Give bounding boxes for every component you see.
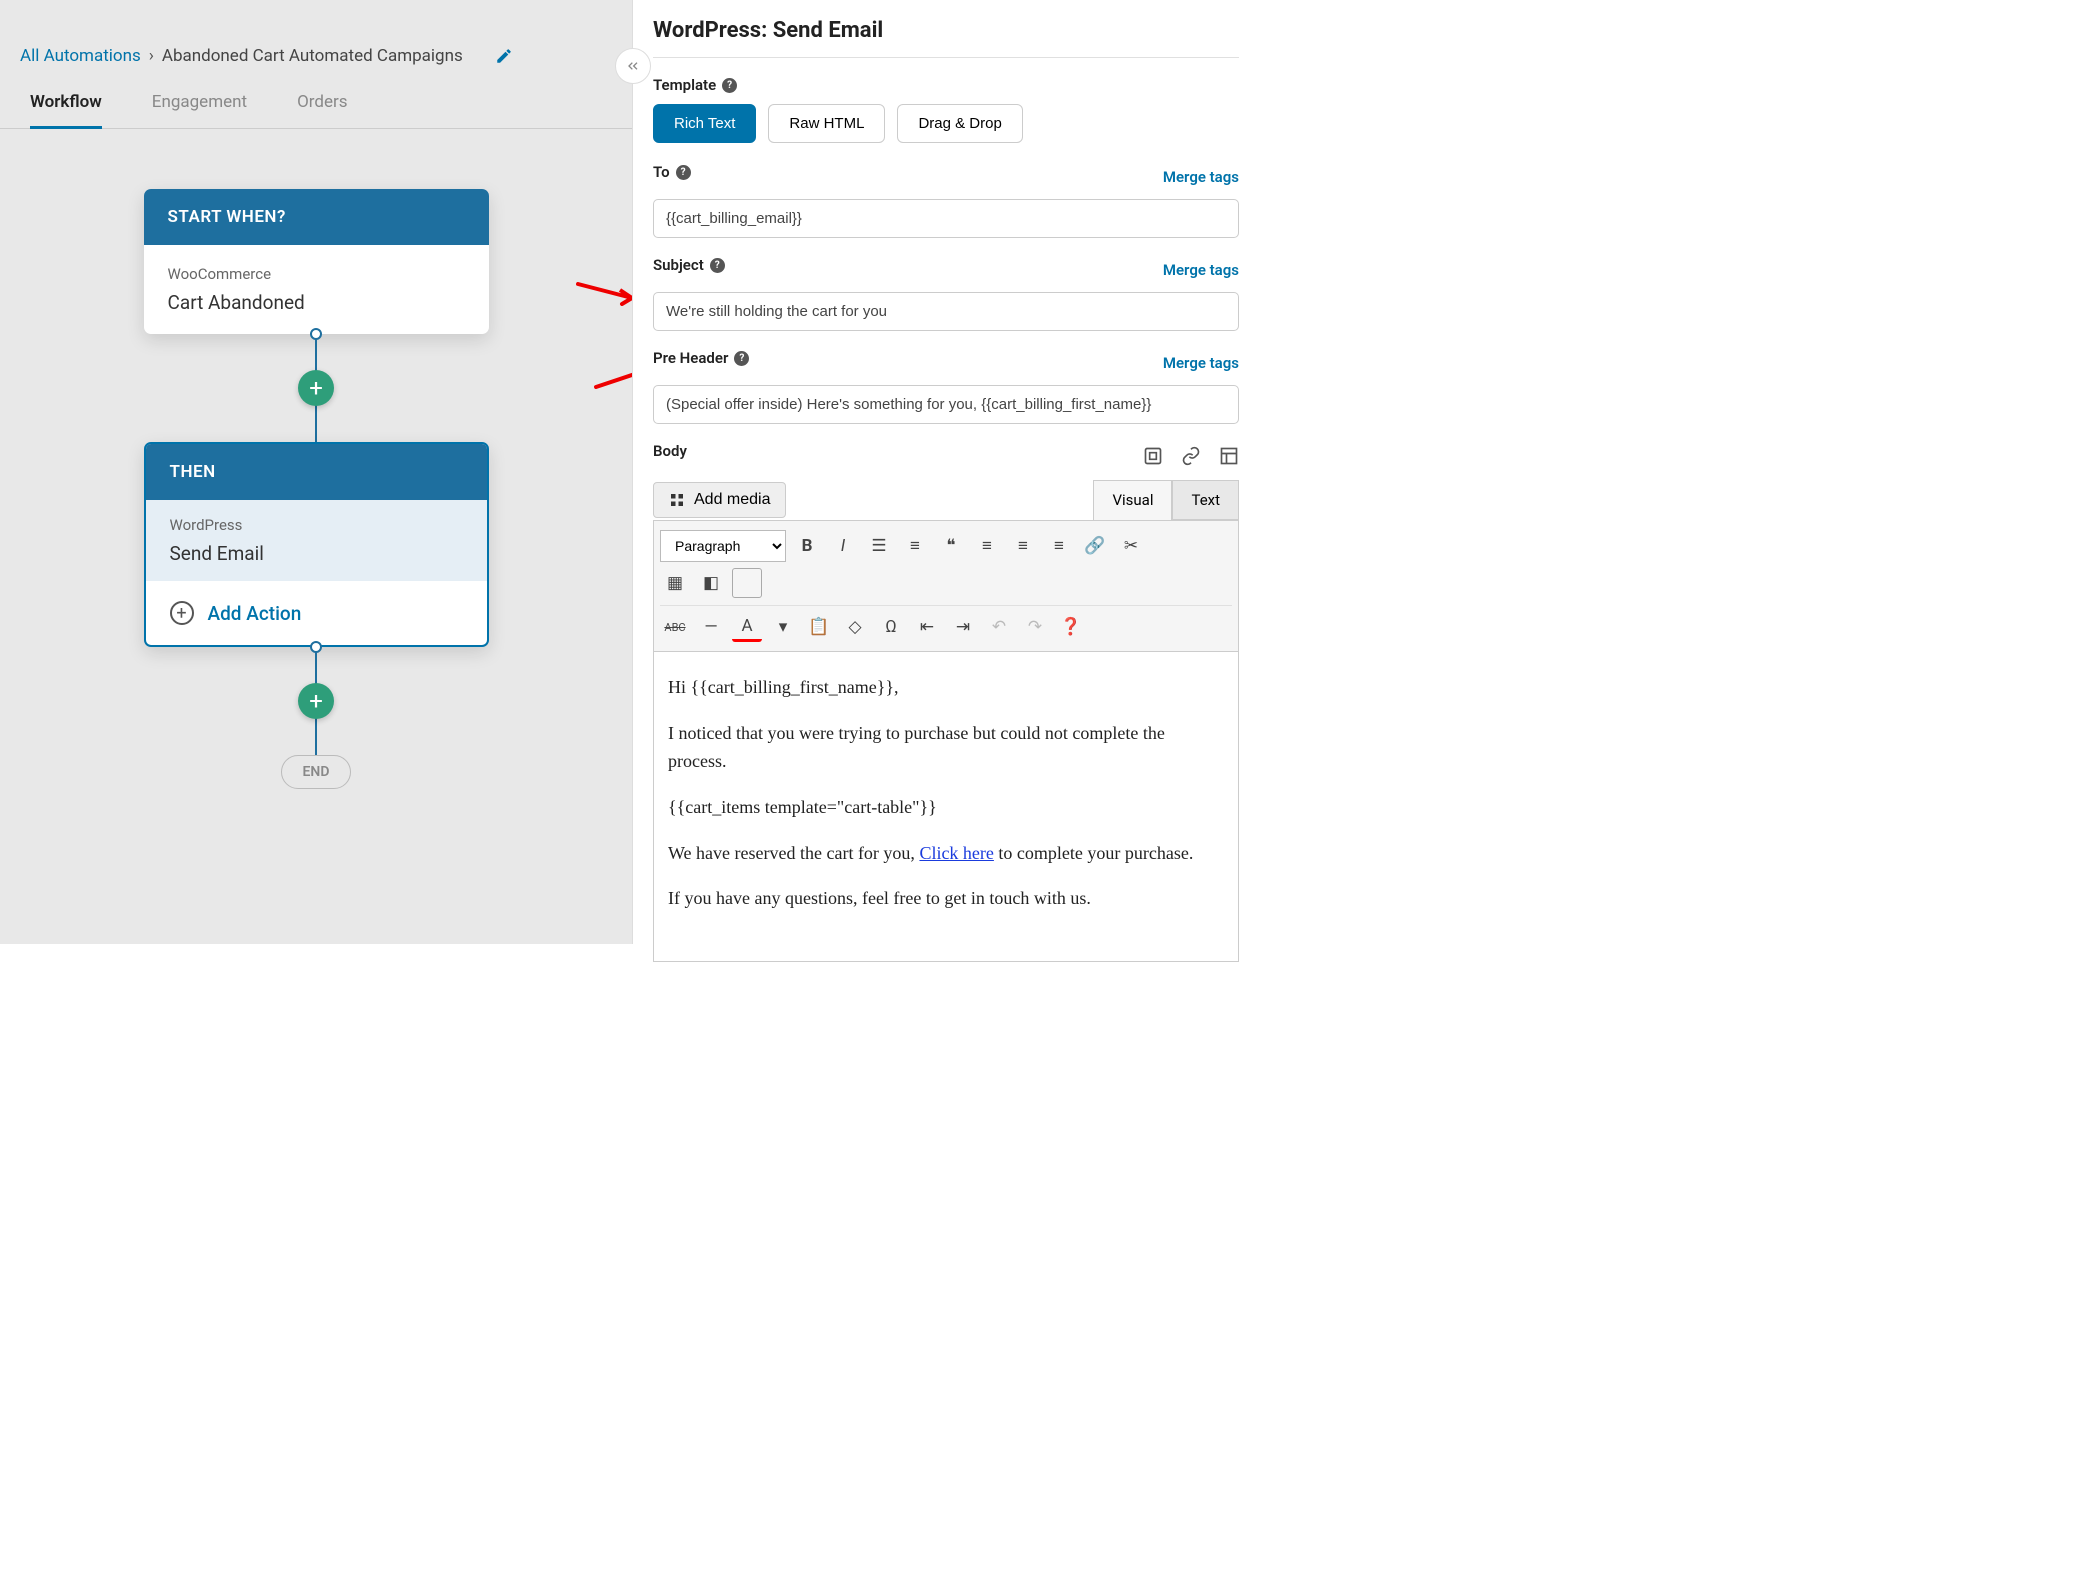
start-node[interactable]: START WHEN? WooCommerce Cart Abandoned [144, 189, 489, 334]
dropdown-icon[interactable]: ▾ [768, 612, 798, 642]
indent-button[interactable]: ⇥ [948, 612, 978, 642]
then-node[interactable]: THEN WordPress Send Email + Add Action [144, 442, 489, 647]
plus-icon: + [170, 601, 194, 625]
template-label: Template ? [653, 76, 1239, 94]
body-p4: We have reserved the cart for you, Click… [668, 840, 1224, 868]
template-drag-drop-button[interactable]: Drag & Drop [897, 104, 1022, 143]
bold-button[interactable]: B [792, 531, 822, 561]
bullet-list-button[interactable]: ☰ [864, 531, 894, 561]
body-click-here-link[interactable]: Click here [919, 843, 993, 863]
add-action-button[interactable]: + Add Action [146, 581, 487, 645]
connector-line [315, 404, 317, 442]
layout-icon[interactable] [1219, 446, 1239, 466]
to-label: To ? [653, 163, 691, 181]
template-raw-html-button[interactable]: Raw HTML [768, 104, 885, 143]
help-icon[interactable]: ? [676, 165, 691, 180]
tab-orders[interactable]: Orders [297, 92, 347, 128]
toolbar-btn[interactable] [732, 568, 762, 598]
undo-button[interactable]: ↶ [984, 612, 1014, 642]
connector-dot [310, 641, 322, 653]
then-big-label: Send Email [170, 542, 463, 565]
align-right-button[interactable]: ≡ [1044, 531, 1074, 561]
help-icon[interactable]: ? [710, 258, 725, 273]
add-action-label: Add Action [208, 602, 302, 625]
merge-tags-link[interactable]: Merge tags [1163, 168, 1239, 186]
body-p2: I noticed that you were trying to purcha… [668, 720, 1224, 776]
connector-line [315, 717, 317, 755]
help-icon[interactable]: ? [722, 78, 737, 93]
body-p5: If you have any questions, feel free to … [668, 885, 1224, 913]
paste-button[interactable]: 📋 [804, 612, 834, 642]
body-label: Body [653, 442, 687, 460]
start-big-label: Cart Abandoned [168, 291, 465, 314]
editor-toolbar: Paragraph B I ☰ ≡ ❝ ≡ ≡ ≡ 🔗 ✂ ▦ ◧ [653, 520, 1239, 652]
merge-tags-link[interactable]: Merge tags [1163, 261, 1239, 279]
outdent-button[interactable]: ⇤ [912, 612, 942, 642]
tabs: Workflow Engagement Orders [0, 66, 632, 129]
end-pill: END [281, 755, 351, 789]
tab-engagement[interactable]: Engagement [152, 92, 247, 128]
template-preview-icon[interactable] [1143, 446, 1163, 466]
breadcrumb: All Automations › Abandoned Cart Automat… [0, 0, 632, 66]
redo-button[interactable]: ↷ [1020, 612, 1050, 642]
collapse-panel-button[interactable] [615, 48, 651, 84]
body-p3: {{cart_items template="cart-table"}} [668, 794, 1224, 822]
breadcrumb-home[interactable]: All Automations [20, 46, 141, 66]
body-p1: Hi {{cart_billing_first_name}}, [668, 674, 1224, 702]
to-input[interactable] [653, 199, 1239, 238]
breadcrumb-current: Abandoned Cart Automated Campaigns [162, 46, 463, 66]
format-select[interactable]: Paragraph [660, 530, 786, 562]
chevron-right-icon: › [149, 46, 154, 66]
editor-tab-text[interactable]: Text [1172, 480, 1239, 520]
add-media-button[interactable]: Add media [653, 482, 786, 518]
start-header: START WHEN? [144, 189, 489, 245]
then-small-label: WordPress [170, 516, 463, 534]
preheader-input[interactable] [653, 385, 1239, 424]
numbered-list-button[interactable]: ≡ [900, 531, 930, 561]
subject-input[interactable] [653, 292, 1239, 331]
connector-dot [310, 328, 322, 340]
subject-label: Subject ? [653, 256, 725, 274]
help-icon[interactable]: ? [734, 351, 749, 366]
italic-button[interactable]: I [828, 531, 858, 561]
tab-workflow[interactable]: Workflow [30, 92, 102, 129]
merge-tags-link[interactable]: Merge tags [1163, 354, 1239, 372]
align-left-button[interactable]: ≡ [972, 531, 1002, 561]
template-rich-text-button[interactable]: Rich Text [653, 104, 756, 143]
toolbar-btn[interactable]: ◧ [696, 568, 726, 598]
start-small-label: WooCommerce [168, 265, 465, 283]
workflow-canvas: START WHEN? WooCommerce Cart Abandoned +… [0, 129, 632, 789]
then-header: THEN [146, 444, 487, 500]
special-char-button[interactable]: Ω [876, 612, 906, 642]
strikethrough-button[interactable]: ABC [660, 612, 690, 642]
hr-button[interactable]: — [696, 612, 726, 642]
align-center-button[interactable]: ≡ [1008, 531, 1038, 561]
link-icon[interactable] [1181, 446, 1201, 466]
link-button[interactable]: 🔗 [1080, 531, 1110, 561]
help-button[interactable]: ❓ [1056, 612, 1086, 642]
add-step-button[interactable]: + [298, 683, 334, 719]
editor-tab-visual[interactable]: Visual [1093, 480, 1172, 520]
text-color-button[interactable]: A [732, 612, 762, 642]
editor-body[interactable]: Hi {{cart_billing_first_name}}, I notice… [653, 652, 1239, 962]
preheader-label: Pre Header ? [653, 349, 749, 367]
add-step-button[interactable]: + [298, 370, 334, 406]
toolbar-btn[interactable]: ▦ [660, 568, 690, 598]
panel-title: WordPress: Send Email [653, 18, 1239, 43]
edit-icon[interactable] [495, 47, 513, 65]
quote-button[interactable]: ❝ [936, 531, 966, 561]
unlink-button[interactable]: ✂ [1116, 531, 1146, 561]
clear-format-button[interactable]: ◇ [840, 612, 870, 642]
